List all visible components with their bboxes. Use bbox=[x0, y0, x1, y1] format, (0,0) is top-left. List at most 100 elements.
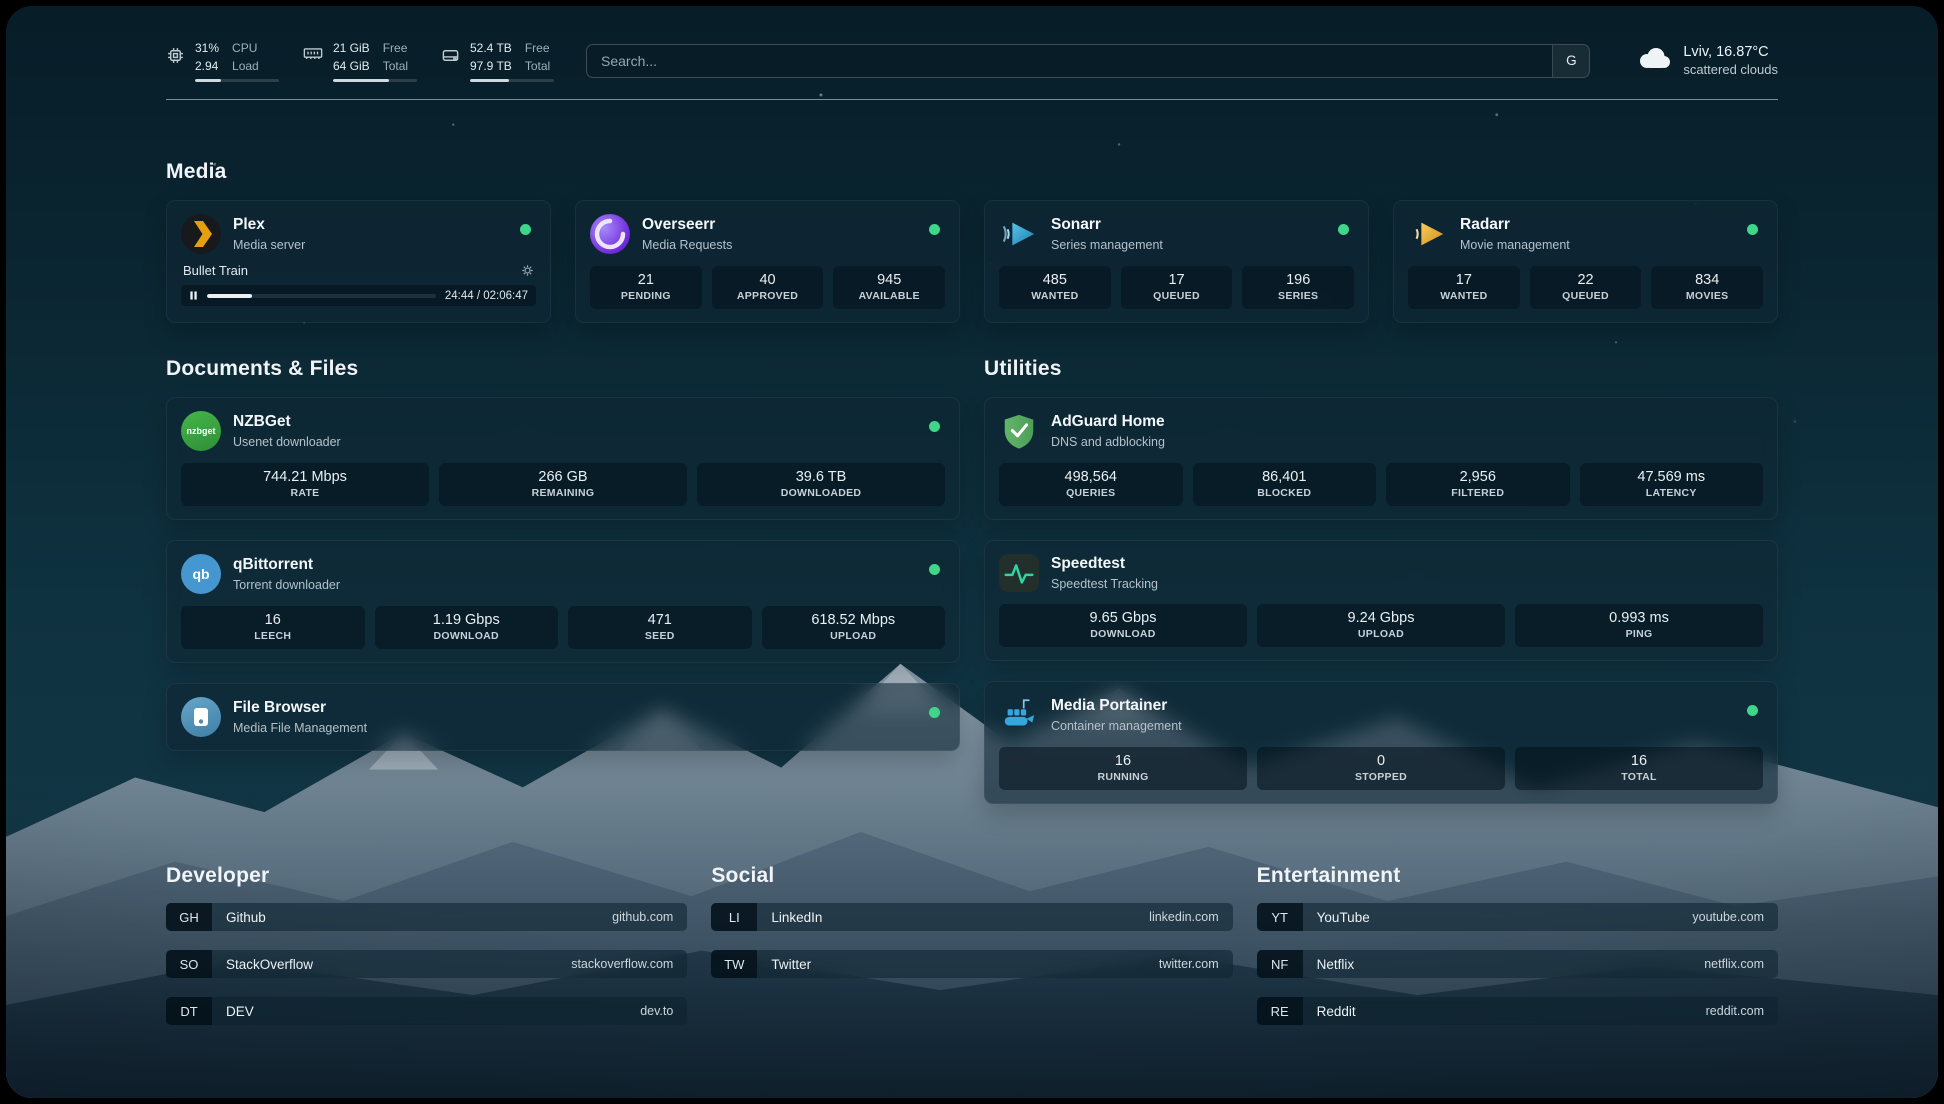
service-subtitle: Usenet downloader bbox=[233, 435, 341, 449]
ram-progress-bar bbox=[333, 79, 417, 82]
bookmark-reddit[interactable]: RE Reddit reddit.com bbox=[1257, 997, 1778, 1025]
portainer-icon bbox=[999, 695, 1039, 735]
search-input[interactable] bbox=[587, 45, 1552, 77]
ram-total-label: Total bbox=[383, 57, 408, 75]
stat-series: 196 SERIES bbox=[1242, 266, 1354, 309]
weather-widget[interactable]: Lviv, 16.87°C scattered clouds bbox=[1636, 44, 1778, 77]
stat-total: 16 TOTAL bbox=[1515, 747, 1763, 790]
social-section-title: Social bbox=[711, 864, 1232, 888]
documents-section: Documents & Files nzbget NZBGet Usenet d… bbox=[166, 357, 960, 751]
cpu-progress-fill bbox=[195, 79, 221, 82]
stat-leech: 16 LEECH bbox=[181, 606, 365, 649]
bookmark-dev[interactable]: DT DEV dev.to bbox=[166, 997, 687, 1025]
qbittorrent-card[interactable]: qb qBittorrent Torrent downloader 16 bbox=[166, 540, 960, 663]
overseerr-card[interactable]: Overseerr Media Requests 21 PENDING 40 A… bbox=[575, 200, 960, 323]
plex-icon bbox=[181, 214, 221, 254]
ram-icon bbox=[303, 46, 323, 66]
media-section: Media Plex Media server bbox=[166, 160, 1778, 323]
adguard-icon bbox=[999, 411, 1039, 451]
filebrowser-card[interactable]: File Browser Media File Management bbox=[166, 683, 960, 751]
bookmark-youtube[interactable]: YT YouTube youtube.com bbox=[1257, 903, 1778, 931]
cpu-icon bbox=[166, 46, 185, 70]
stat-running: 16 RUNNING bbox=[999, 747, 1247, 790]
bookmark-stackoverflow[interactable]: SO StackOverflow stackoverflow.com bbox=[166, 950, 687, 978]
plex-card[interactable]: Plex Media server Bullet Train bbox=[166, 200, 551, 323]
sonarr-card[interactable]: Sonarr Series management 485 WANTED 17 Q… bbox=[984, 200, 1369, 323]
stat-wanted: 485 WANTED bbox=[999, 266, 1111, 309]
cloud-icon bbox=[1636, 46, 1672, 75]
radarr-icon bbox=[1408, 214, 1448, 254]
status-dot bbox=[929, 564, 940, 575]
bookmark-linkedin[interactable]: LI LinkedIn linkedin.com bbox=[711, 903, 1232, 931]
service-name: Media Portainer bbox=[1051, 697, 1182, 716]
cpu-load-value: 2.94 bbox=[195, 57, 219, 75]
service-name: qBittorrent bbox=[233, 556, 340, 575]
stat-queries: 498,564 QUERIES bbox=[999, 463, 1183, 506]
stat-remaining: 266 GB REMAINING bbox=[439, 463, 687, 506]
ram-free-value: 21 GiB bbox=[333, 39, 370, 57]
weather-condition: scattered clouds bbox=[1683, 62, 1778, 77]
utilities-section: Utilities bbox=[984, 357, 1778, 804]
bookmark-netflix[interactable]: NF Netflix netflix.com bbox=[1257, 950, 1778, 978]
stat-available: 945 AVAILABLE bbox=[833, 266, 945, 309]
entertainment-section-title: Entertainment bbox=[1257, 864, 1778, 888]
status-dot bbox=[929, 224, 940, 235]
stat-download: 9.65 Gbps DOWNLOAD bbox=[999, 604, 1247, 647]
service-subtitle: Media File Management bbox=[233, 721, 367, 735]
service-subtitle: Media server bbox=[233, 238, 305, 252]
stat-stopped: 0 STOPPED bbox=[1257, 747, 1505, 790]
service-name: AdGuard Home bbox=[1051, 413, 1165, 432]
stat-queued: 17 QUEUED bbox=[1121, 266, 1233, 309]
dashboard-page: 31% 2.94 CPU Load bbox=[6, 6, 1938, 1098]
search-provider-button[interactable]: G bbox=[1552, 45, 1589, 77]
disk-progress-fill bbox=[470, 79, 509, 82]
media-section-title: Media bbox=[166, 160, 1778, 184]
social-section: Social LI LinkedIn linkedin.com TW Twitt… bbox=[711, 864, 1232, 1044]
utilities-section-title: Utilities bbox=[984, 357, 1778, 381]
speedtest-card[interactable]: Speedtest Speedtest Tracking 9.65 Gbps D… bbox=[984, 540, 1778, 661]
service-name: Speedtest bbox=[1051, 555, 1158, 574]
service-subtitle: DNS and adblocking bbox=[1051, 435, 1165, 449]
ram-total-value: 64 GiB bbox=[333, 57, 370, 75]
adguard-card[interactable]: AdGuard Home DNS and adblocking 498,564 … bbox=[984, 397, 1778, 520]
developer-section: Developer GH Github github.com SO StackO… bbox=[166, 864, 687, 1044]
disk-progress-bar bbox=[470, 79, 554, 82]
documents-section-title: Documents & Files bbox=[166, 357, 960, 381]
service-subtitle: Media Requests bbox=[642, 238, 732, 252]
cpu-widget: 31% 2.94 CPU Load bbox=[166, 39, 279, 82]
stat-downloaded: 39.6 TB DOWNLOADED bbox=[697, 463, 945, 506]
service-subtitle: Container management bbox=[1051, 719, 1182, 733]
weather-location: Lviv, 16.87°C bbox=[1683, 44, 1778, 60]
portainer-card[interactable]: Media Portainer Container management 16 … bbox=[984, 681, 1778, 804]
stat-movies: 834 MOVIES bbox=[1651, 266, 1763, 309]
header-divider bbox=[166, 99, 1778, 100]
stat-ping: 0.993 ms PING bbox=[1515, 604, 1763, 647]
search-bar: G bbox=[586, 44, 1590, 78]
stat-blocked: 86,401 BLOCKED bbox=[1193, 463, 1377, 506]
status-dot bbox=[1747, 224, 1758, 235]
status-dot bbox=[520, 224, 531, 235]
stat-seed: 471 SEED bbox=[568, 606, 752, 649]
cpu-load-label: Load bbox=[232, 57, 259, 75]
entertainment-section: Entertainment YT YouTube youtube.com NF … bbox=[1257, 864, 1778, 1044]
radarr-card[interactable]: Radarr Movie management 17 WANTED 22 QUE… bbox=[1393, 200, 1778, 323]
status-dot bbox=[1338, 224, 1349, 235]
memory-widget: 21 GiB 64 GiB Free Total bbox=[303, 39, 417, 82]
cpu-label: CPU bbox=[232, 39, 259, 57]
qbittorrent-icon: qb bbox=[181, 554, 221, 594]
bookmark-twitter[interactable]: TW Twitter twitter.com bbox=[711, 950, 1232, 978]
nzbget-card[interactable]: nzbget NZBGet Usenet downloader 744.21 M… bbox=[166, 397, 960, 520]
now-playing-title: Bullet Train bbox=[183, 263, 248, 278]
stat-rate: 744.21 Mbps RATE bbox=[181, 463, 429, 506]
service-name: NZBGet bbox=[233, 413, 341, 432]
playback-progress-bar[interactable] bbox=[207, 294, 436, 298]
bookmark-github[interactable]: GH Github github.com bbox=[166, 903, 687, 931]
sonarr-icon bbox=[999, 214, 1039, 254]
status-dot bbox=[1747, 705, 1758, 716]
disk-icon bbox=[441, 46, 460, 70]
service-name: Plex bbox=[233, 216, 305, 235]
gear-icon[interactable] bbox=[521, 264, 534, 277]
top-bar: 31% 2.94 CPU Load bbox=[166, 6, 1778, 82]
pause-icon[interactable] bbox=[189, 291, 198, 300]
service-subtitle: Torrent downloader bbox=[233, 578, 340, 592]
